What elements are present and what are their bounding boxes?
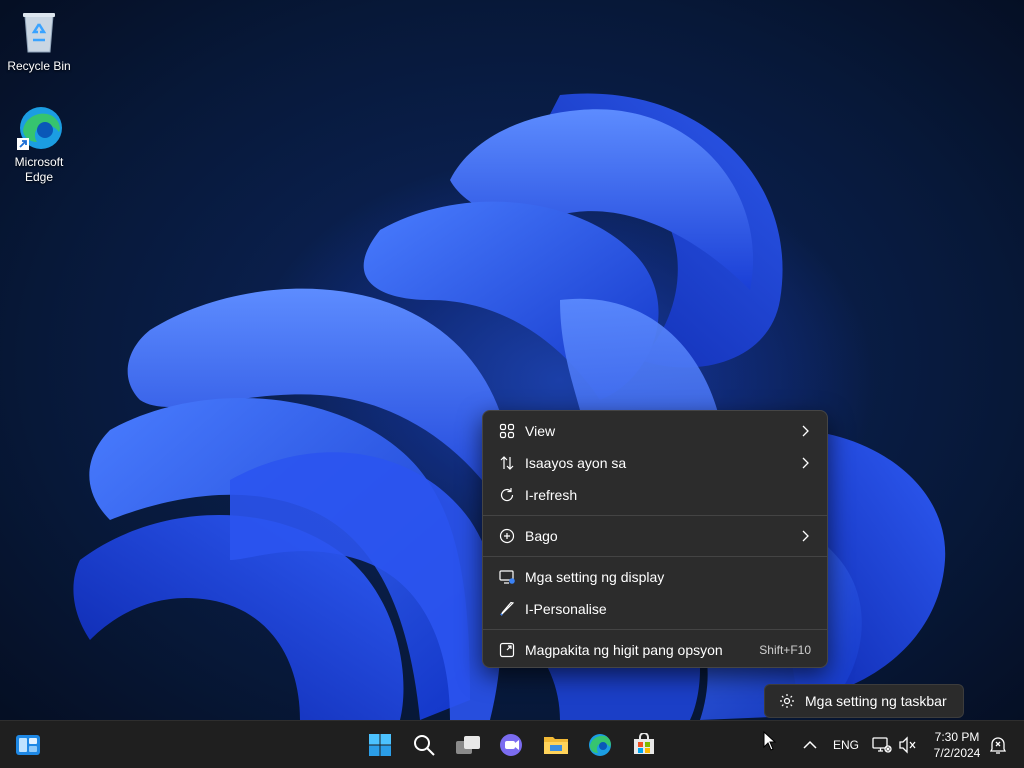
chat-button[interactable] bbox=[494, 727, 530, 763]
search-icon bbox=[414, 735, 435, 756]
file-explorer-icon bbox=[544, 737, 568, 754]
gear-icon bbox=[779, 693, 795, 709]
menu-item-show-more-options[interactable]: Magpakita ng higit pang opsyon Shift+F10 bbox=[483, 634, 827, 666]
menu-item-label: Isaayos ayon sa bbox=[525, 455, 627, 471]
plus-circle-icon bbox=[497, 526, 517, 546]
network-icon bbox=[872, 737, 892, 753]
recycle-bin-label: Recycle Bin bbox=[7, 59, 71, 73]
taskbar: ENG 7:30 PM 7/2/2024 bbox=[0, 720, 1024, 768]
notification-bell-icon bbox=[989, 737, 1007, 754]
search-button[interactable] bbox=[406, 727, 442, 763]
expand-icon bbox=[497, 640, 517, 660]
time-label: 7:30 PM bbox=[934, 730, 980, 744]
menu-item-view[interactable]: View bbox=[483, 415, 827, 447]
desktop-context-menu: View Isaayos ayon sa I-refresh Bago Mga … bbox=[482, 410, 828, 668]
menu-separator bbox=[483, 515, 827, 516]
menu-item-label: View bbox=[525, 423, 556, 439]
store-button[interactable] bbox=[626, 727, 662, 763]
tooltip-label: Mga setting ng taskbar bbox=[805, 693, 947, 709]
microsoft-edge-shortcut[interactable]: Microsoft Edge bbox=[1, 104, 77, 185]
menu-separator bbox=[483, 629, 827, 630]
edge-icon bbox=[15, 104, 63, 152]
menu-item-label: Magpakita ng higit pang opsyon bbox=[525, 642, 723, 658]
edge-taskbar-button[interactable] bbox=[582, 727, 618, 763]
menu-item-sort[interactable]: Isaayos ayon sa bbox=[483, 447, 827, 479]
refresh-icon bbox=[497, 485, 517, 505]
menu-item-new[interactable]: Bago bbox=[483, 520, 827, 552]
cursor-pointer-icon bbox=[763, 730, 777, 756]
taskbar-settings-tooltip[interactable]: Mga setting ng taskbar bbox=[764, 684, 964, 718]
menu-item-refresh[interactable]: I-refresh bbox=[483, 479, 827, 511]
notifications-button[interactable] bbox=[980, 727, 1016, 763]
task-view-button[interactable] bbox=[450, 727, 486, 763]
display-settings-icon bbox=[497, 567, 517, 587]
desktop[interactable]: Recycle Bin Microsoft Edge View Isaayos … bbox=[0, 0, 1024, 720]
chevron-up-icon bbox=[803, 740, 817, 749]
chevron-right-icon bbox=[797, 530, 813, 542]
recycle-bin-icon bbox=[15, 8, 63, 56]
menu-item-label: Mga setting ng display bbox=[525, 569, 665, 585]
widgets-button[interactable] bbox=[10, 727, 46, 763]
file-explorer-button[interactable] bbox=[538, 727, 574, 763]
menu-item-label: I-refresh bbox=[525, 487, 578, 503]
volume-button[interactable] bbox=[890, 727, 926, 763]
start-button[interactable] bbox=[362, 727, 398, 763]
task-view-icon bbox=[456, 736, 480, 754]
edge-icon bbox=[589, 734, 611, 756]
menu-item-display-settings[interactable]: Mga setting ng display bbox=[483, 561, 827, 593]
menu-item-personalise[interactable]: I-Personalise bbox=[483, 593, 827, 625]
widgets-icon bbox=[16, 735, 40, 755]
edge-label-line2: Edge bbox=[24, 170, 54, 184]
menu-item-label: I-Personalise bbox=[525, 601, 607, 617]
clock[interactable]: 7:30 PM 7/2/2024 bbox=[926, 729, 988, 761]
menu-separator bbox=[483, 556, 827, 557]
language-indicator[interactable]: ENG bbox=[833, 738, 859, 752]
brush-icon bbox=[497, 599, 517, 619]
menu-item-label: Bago bbox=[525, 528, 558, 544]
volume-muted-icon bbox=[899, 736, 916, 754]
recycle-bin-shortcut[interactable]: Recycle Bin bbox=[1, 8, 77, 74]
chevron-right-icon bbox=[797, 425, 813, 437]
chevron-right-icon bbox=[797, 457, 813, 469]
shortcut-hint: Shift+F10 bbox=[759, 643, 811, 657]
store-icon bbox=[634, 733, 654, 754]
show-hidden-icons-button[interactable] bbox=[792, 727, 828, 763]
date-label: 7/2/2024 bbox=[933, 746, 981, 760]
sort-icon bbox=[497, 453, 517, 473]
edge-label-line1: Microsoft bbox=[14, 155, 64, 169]
grid-icon bbox=[497, 421, 517, 441]
chat-icon bbox=[500, 734, 522, 756]
start-icon bbox=[369, 734, 391, 756]
